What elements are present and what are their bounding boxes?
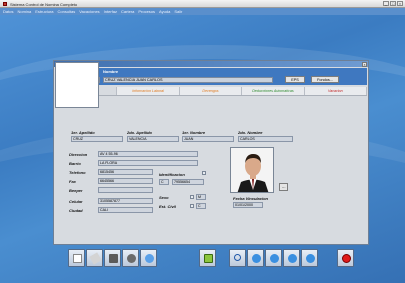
employee-header: Codigo Nombre 79556654 CRUZ VALENCIA JUA… xyxy=(55,68,367,85)
estcivil-field[interactable]: C xyxy=(196,203,206,209)
nombre-field[interactable]: CRUZ VALENCIA JUAN CARLOS xyxy=(103,77,273,83)
menu-procesos[interactable]: Procesos xyxy=(138,9,155,14)
eps-button[interactable]: EPS xyxy=(285,76,305,83)
last-record-button[interactable] xyxy=(301,249,318,267)
menu-ayuda[interactable]: Ayuda xyxy=(159,9,170,14)
app-titlebar: Sistema Control de Nomina Completo _ □ × xyxy=(0,0,405,8)
photo-browse-button[interactable]: ⋯ xyxy=(279,183,288,191)
delete-button[interactable] xyxy=(122,249,139,267)
direccion-field[interactable]: AV 4 55-96 xyxy=(98,151,198,157)
sexo-field[interactable]: M xyxy=(196,194,206,200)
tab-deducciones-automaticas[interactable]: Deducciones Automaticas xyxy=(242,87,305,95)
delete-icon xyxy=(127,254,136,263)
prev-record-button[interactable] xyxy=(265,249,282,267)
report-icon xyxy=(204,254,213,263)
telefono-label: Telefono xyxy=(69,170,86,175)
menu-cartera[interactable]: Cartera xyxy=(121,9,134,14)
direccion-label: Direccion xyxy=(69,152,88,157)
apellido2-label: 2do. Apellido xyxy=(127,130,152,135)
person-icon xyxy=(231,148,273,192)
next-record-button[interactable] xyxy=(283,249,300,267)
undo-icon xyxy=(145,254,154,263)
beeper-label: Beeper xyxy=(69,188,83,193)
menu-nomina[interactable]: Nomina xyxy=(17,9,31,14)
report-button[interactable] xyxy=(199,249,216,267)
ciudad-field[interactable]: CALI xyxy=(98,207,153,213)
apellido2-field[interactable]: VALENCIA xyxy=(127,136,179,142)
last-icon xyxy=(306,254,315,263)
fax-label: Fax xyxy=(69,179,76,184)
employee-dialog: Tabla de Empleados × Codigo Nombre 79556… xyxy=(53,60,369,245)
new-icon xyxy=(73,254,82,263)
menu-salir[interactable]: Salir xyxy=(174,9,182,14)
edit-button[interactable] xyxy=(86,249,103,267)
id-numero-field[interactable]: 79556654 xyxy=(172,179,204,185)
cancel-button[interactable] xyxy=(140,249,157,267)
search-icon xyxy=(234,254,241,261)
employee-photo-frame xyxy=(230,147,274,193)
minimize-button[interactable]: _ xyxy=(383,1,389,6)
nombre2-label: 2do. Nombre xyxy=(238,130,263,135)
close-button[interactable]: × xyxy=(397,1,403,6)
apellido1-label: 1er. Apellido xyxy=(71,130,95,135)
exit-button[interactable] xyxy=(337,249,354,267)
employee-photo xyxy=(55,62,99,108)
tab-vacacion[interactable]: Vacacion xyxy=(305,87,368,95)
ciudad-label: Ciudad xyxy=(69,208,83,213)
search-button[interactable] xyxy=(229,249,246,267)
fax-field[interactable]: 6645566 xyxy=(98,178,153,184)
beeper-field[interactable] xyxy=(98,187,153,193)
previous-icon xyxy=(270,254,279,263)
app-title: Sistema Control de Nomina Completo xyxy=(10,1,78,7)
menu-consultas[interactable]: Consultas xyxy=(57,9,75,14)
identificacion-label: Identificacion xyxy=(159,172,185,177)
maximize-button[interactable]: □ xyxy=(390,1,396,6)
nombre2-field[interactable]: CARLOS xyxy=(238,136,293,142)
menu-bar: Datos Nomina Estructura Consultas Vacaci… xyxy=(0,8,405,15)
barrio-field[interactable]: LA FLORA xyxy=(98,160,198,166)
fecha-vinculacion-label: Fecha Vinculacion xyxy=(233,196,268,201)
menu-estructura[interactable]: Estructura xyxy=(35,9,53,14)
menu-vacaciones[interactable]: Vacaciones xyxy=(79,9,99,14)
identificacion-checkbox[interactable] xyxy=(202,171,206,175)
nombre-label: Nombre xyxy=(103,69,119,74)
datos-basicos-panel: 1er. Apellido 2do. Apellido 1er. Nombre … xyxy=(55,62,367,242)
nombre1-field[interactable]: JUAN xyxy=(182,136,234,142)
save-button[interactable] xyxy=(104,249,121,267)
menu-datos[interactable]: Datos xyxy=(3,9,13,14)
first-icon xyxy=(252,254,261,263)
tab-devengos[interactable]: Devengos xyxy=(180,87,243,95)
next-icon xyxy=(288,254,297,263)
apellido1-field[interactable]: CRUZ xyxy=(71,136,123,142)
first-record-button[interactable] xyxy=(247,249,264,267)
edit-icon xyxy=(89,252,102,265)
estcivil-dropdown-icon[interactable] xyxy=(190,204,194,208)
barrio-label: Barrio xyxy=(69,161,81,166)
power-icon xyxy=(342,254,351,263)
celular-field[interactable]: 3105587877 xyxy=(98,198,153,204)
save-icon xyxy=(109,254,118,263)
id-tipo-field[interactable]: C xyxy=(159,179,169,185)
dialog-titlebar: Tabla de Empleados × xyxy=(54,61,368,67)
tab-informacion-laboral[interactable]: Informacion Laboral xyxy=(117,87,180,95)
sexo-label: Sexo xyxy=(159,195,169,200)
bottom-toolbar xyxy=(53,247,369,271)
celular-label: Celular xyxy=(69,199,83,204)
dialog-close-button[interactable]: × xyxy=(362,61,367,67)
estcivil-label: Est. Civil xyxy=(159,204,176,209)
sexo-dropdown-icon[interactable] xyxy=(190,195,194,199)
nombre1-label: 1er. Nombre xyxy=(182,130,206,135)
tab-bar: Datos Basicos Informacion Laboral Deveng… xyxy=(55,87,368,95)
telefono-field[interactable]: 6815456 xyxy=(98,169,153,175)
menu-interfaz[interactable]: Interfaz xyxy=(104,9,117,14)
app-icon xyxy=(3,1,7,6)
fecha-vinculacion-field[interactable]: 01/01/2000 xyxy=(233,202,263,208)
new-record-button[interactable] xyxy=(68,249,85,267)
fondos-button[interactable]: Fondos... xyxy=(311,76,339,83)
window-controls: _ □ × xyxy=(383,1,403,6)
